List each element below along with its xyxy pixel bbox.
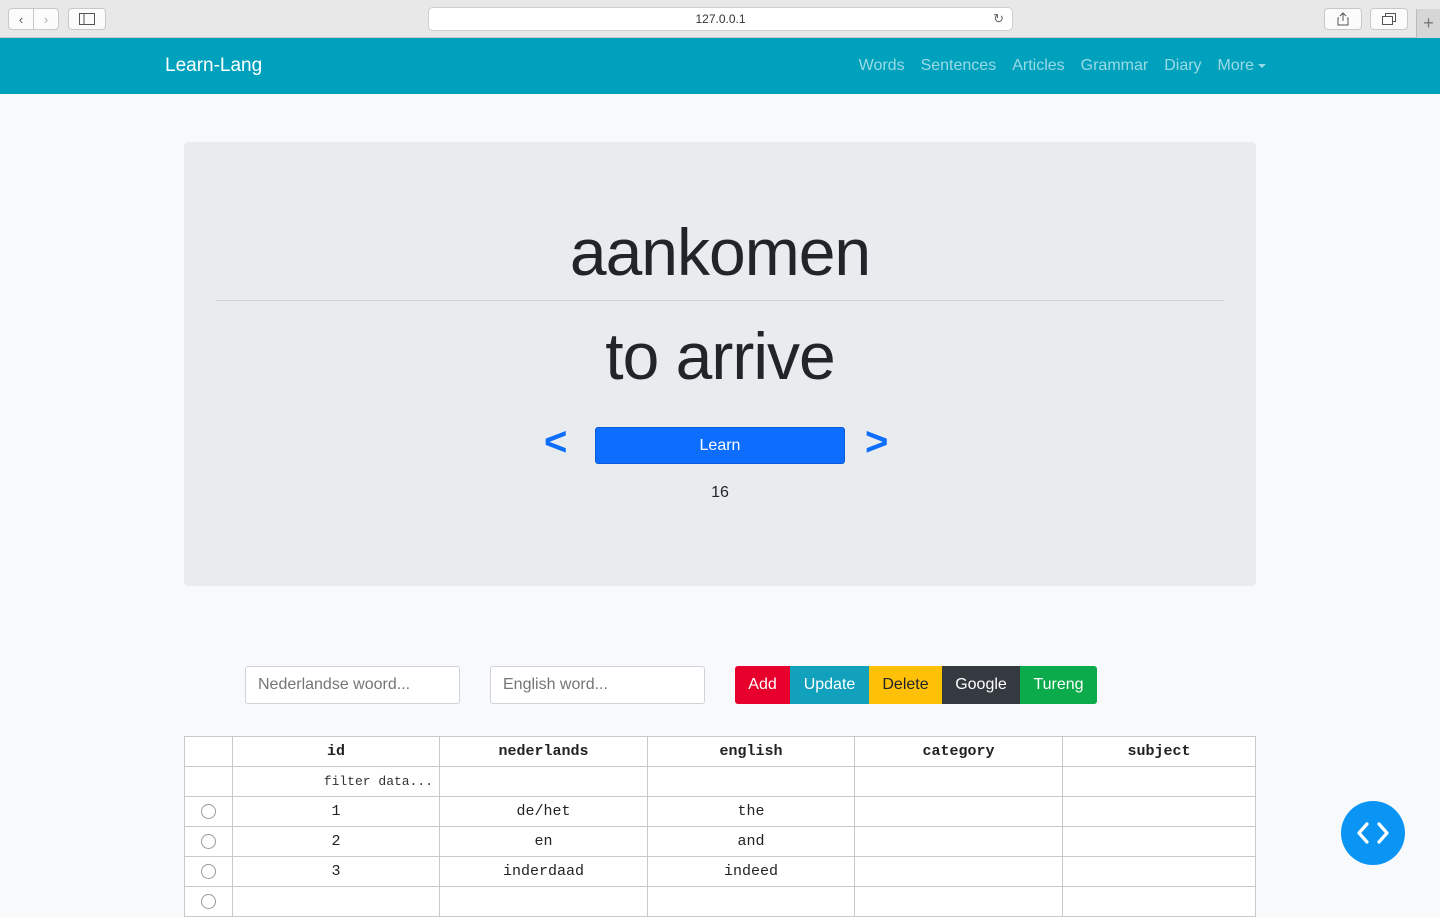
- browser-toolbar: ‹ › 127.0.0.1 ↻ +: [0, 0, 1440, 38]
- row-select-radio[interactable]: [201, 863, 216, 879]
- table-row[interactable]: [184, 886, 1256, 917]
- row-select-radio[interactable]: [201, 803, 216, 819]
- flashcard: aankomen to arrive < Learn > 16: [184, 142, 1256, 586]
- filter-cell-empty: [184, 766, 233, 797]
- filter-row: filter data...: [184, 766, 1256, 797]
- tabs-icon: [1382, 13, 1396, 25]
- nav-dropdown-more[interactable]: More: [1218, 57, 1266, 75]
- card-divider: [216, 300, 1224, 301]
- table-row[interactable]: 1 de/het the: [184, 796, 1256, 827]
- words-table: id nederlands english category subject f…: [184, 736, 1256, 917]
- row-select-radio[interactable]: [201, 833, 216, 849]
- cell-id: 1: [232, 796, 440, 827]
- cell-id: 3: [232, 856, 440, 887]
- code-toggle-button[interactable]: [1341, 801, 1405, 865]
- cell-category: [854, 796, 1063, 827]
- row-select-cell: [184, 796, 233, 827]
- cell-subject: [1062, 886, 1256, 917]
- cell-nederlands: en: [439, 826, 648, 857]
- english-word-input[interactable]: [490, 666, 705, 704]
- cell-category: [854, 826, 1063, 857]
- cell-nederlands: de/het: [439, 796, 648, 827]
- tabs-overview-button[interactable]: [1370, 8, 1408, 30]
- caret-down-icon: [1258, 63, 1266, 68]
- row-select-radio[interactable]: [201, 893, 216, 909]
- next-word-button[interactable]: >: [865, 420, 888, 465]
- cell-english: and: [647, 826, 855, 857]
- nav-links: Words Sentences Articles Grammar Diary M…: [859, 57, 1266, 75]
- select-column-header: [184, 736, 233, 767]
- cell-subject: [1062, 826, 1256, 857]
- filter-cell-empty: [647, 766, 855, 797]
- dutch-word: aankomen: [569, 215, 871, 289]
- app-navbar: Learn-Lang Words Sentences Articles Gram…: [0, 38, 1440, 94]
- reload-icon[interactable]: ↻: [993, 11, 1004, 27]
- forward-button[interactable]: ›: [33, 8, 59, 30]
- cell-subject: [1062, 796, 1256, 827]
- filter-cell-empty: [1062, 766, 1256, 797]
- row-select-cell: [184, 826, 233, 857]
- table-row[interactable]: 3 inderdaad indeed: [184, 856, 1256, 887]
- cell-category: [854, 856, 1063, 887]
- cell-id: 2: [232, 826, 440, 857]
- nav-link-words[interactable]: Words: [859, 57, 905, 75]
- plus-icon: +: [1423, 13, 1434, 33]
- back-button[interactable]: ‹: [8, 8, 34, 30]
- word-counter: 16: [711, 484, 729, 501]
- update-button[interactable]: Update: [790, 666, 869, 704]
- nav-link-articles[interactable]: Articles: [1012, 57, 1064, 75]
- dutch-word-input[interactable]: [245, 666, 460, 704]
- learn-button[interactable]: Learn: [595, 427, 845, 464]
- nav-link-sentences[interactable]: Sentences: [921, 57, 997, 75]
- cell-category: [854, 886, 1063, 917]
- filter-cell-empty: [854, 766, 1063, 797]
- column-header-nederlands[interactable]: nederlands: [439, 736, 648, 767]
- add-button[interactable]: Add: [735, 666, 790, 704]
- row-select-cell: [184, 856, 233, 887]
- filter-cell-empty: [439, 766, 648, 797]
- english-translation: to arrive: [605, 319, 835, 393]
- chevron-right-icon: ›: [43, 11, 49, 27]
- previous-word-button[interactable]: <: [544, 420, 567, 465]
- brand-logo[interactable]: Learn-Lang: [165, 55, 262, 77]
- nav-link-more-label: More: [1217, 57, 1254, 74]
- code-brackets-icon: [1357, 822, 1389, 844]
- cell-id: [232, 886, 440, 917]
- cell-english: [647, 886, 855, 917]
- column-header-id[interactable]: id: [232, 736, 440, 767]
- column-header-subject[interactable]: subject: [1062, 736, 1256, 767]
- address-bar[interactable]: 127.0.0.1 ↻: [428, 7, 1013, 31]
- sidebar-icon: [79, 13, 95, 25]
- column-header-english[interactable]: english: [647, 736, 855, 767]
- chevron-left-icon: ‹: [18, 11, 24, 27]
- column-header-category[interactable]: category: [854, 736, 1063, 767]
- sidebar-toggle-button[interactable]: [68, 8, 106, 30]
- tureng-button[interactable]: Tureng: [1020, 666, 1097, 704]
- share-button[interactable]: [1324, 8, 1362, 30]
- share-icon: [1337, 12, 1349, 26]
- nav-link-grammar[interactable]: Grammar: [1081, 57, 1149, 75]
- nav-link-diary[interactable]: Diary: [1164, 57, 1201, 75]
- google-button[interactable]: Google: [942, 666, 1020, 704]
- new-tab-button[interactable]: +: [1416, 9, 1440, 38]
- row-select-cell: [184, 886, 233, 917]
- table-header-row: id nederlands english category subject: [184, 736, 1256, 767]
- cell-english: the: [647, 796, 855, 827]
- cell-subject: [1062, 856, 1256, 887]
- table-row[interactable]: 2 en and: [184, 826, 1256, 857]
- url-text: 127.0.0.1: [695, 12, 746, 26]
- cell-nederlands: inderdaad: [439, 856, 648, 887]
- cell-nederlands: [439, 886, 648, 917]
- id-filter-input[interactable]: filter data...: [232, 766, 440, 797]
- delete-button[interactable]: Delete: [869, 666, 942, 704]
- cell-english: indeed: [647, 856, 855, 887]
